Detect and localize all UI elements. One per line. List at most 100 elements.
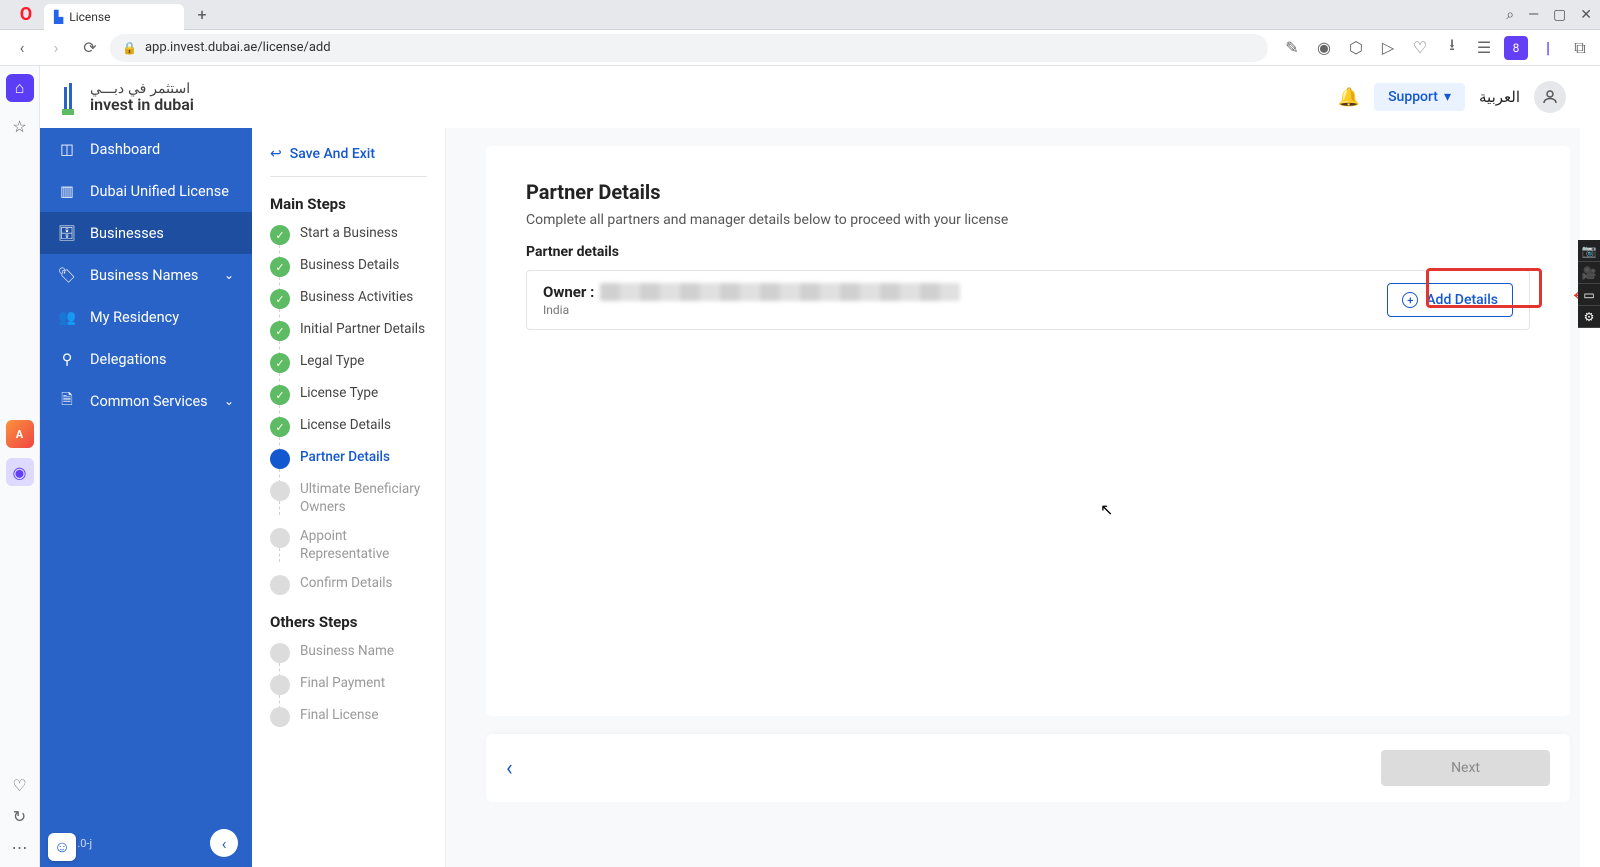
step-item[interactable]: Final Payment (270, 675, 427, 695)
step-item[interactable]: ✓Start a Business (270, 225, 427, 245)
step-label: Ultimate Beneficiary Owners (300, 481, 427, 516)
feedback-bubble-icon[interactable]: ☺ (48, 833, 76, 861)
step-item[interactable]: Final License (270, 707, 427, 727)
person-icon (1541, 88, 1559, 106)
reload-button[interactable]: ⟳ (76, 34, 104, 62)
app-sidebar: ◫ Dashboard ▥ Dubai Unified License 🗄 Bu… (40, 128, 252, 867)
settings-icon[interactable]: ⚙ (1578, 306, 1600, 328)
send-icon[interactable]: ▷ (1376, 36, 1400, 60)
support-label: Support (1388, 89, 1438, 105)
browser-tab-active[interactable]: ▙ License (44, 4, 184, 30)
edit-icon[interactable]: ✎ (1280, 36, 1304, 60)
shield-icon[interactable]: ⬡ (1344, 36, 1368, 60)
capture-icon[interactable]: ▭ (1578, 284, 1600, 306)
step-item[interactable]: Appoint Representative (270, 528, 427, 563)
step-label: Appoint Representative (300, 528, 427, 563)
opera-menu-button[interactable]: O (8, 4, 44, 25)
section-title: Partner Details (526, 180, 1530, 204)
next-button[interactable]: Next (1381, 750, 1550, 786)
app-logo[interactable]: استثمر في دبـــي invest in dubai (54, 77, 194, 117)
user-avatar[interactable] (1534, 81, 1566, 113)
extensions-icon[interactable]: | (1536, 36, 1560, 60)
profile-badge[interactable]: 8 (1504, 36, 1528, 60)
pinned-app-1-icon[interactable]: A (6, 420, 34, 448)
step-item[interactable]: ✓Business Details (270, 257, 427, 277)
dubai-logo-icon (54, 77, 82, 117)
step-label: Initial Partner Details (300, 321, 425, 339)
step-item[interactable]: ✓Initial Partner Details (270, 321, 427, 341)
step-item[interactable]: Ultimate Beneficiary Owners (270, 481, 427, 516)
camera-icon[interactable]: ◉ (1312, 36, 1336, 60)
people-icon: 👥 (58, 308, 76, 326)
download-icon[interactable]: ⭳ (1440, 36, 1464, 60)
pending-dot-icon (270, 528, 290, 548)
cube-icon[interactable]: ⧉ (1568, 36, 1592, 60)
search-icon[interactable]: ⌕ (1506, 7, 1514, 23)
pending-dot-icon (270, 481, 290, 501)
check-icon: ✓ (270, 417, 290, 437)
sidebar-item-dashboard[interactable]: ◫ Dashboard (40, 128, 252, 170)
sidebar-item-dul[interactable]: ▥ Dubai Unified License (40, 170, 252, 212)
sidebar-label: Businesses (90, 225, 164, 242)
footer-nav-bar: ‹ Next (486, 734, 1570, 802)
support-dropdown[interactable]: Support ▾ (1374, 83, 1465, 111)
video-icon[interactable]: 🎥 (1578, 262, 1600, 284)
others-steps-heading: Others Steps (270, 613, 427, 631)
new-tab-button[interactable]: + (190, 3, 214, 27)
sidebar-item-businesses[interactable]: 🗄 Businesses (40, 212, 252, 254)
window-controls: ⌕ — ▢ ✕ (1506, 7, 1592, 23)
step-item[interactable]: ✓ Business Activities (270, 289, 427, 309)
history-icon[interactable]: ↻ (13, 807, 26, 826)
url-input[interactable]: 🔒 app.invest.dubai.ae/license/add (110, 34, 1268, 62)
check-icon: ✓ (270, 353, 290, 373)
chevron-down-icon: ▾ (1444, 89, 1451, 105)
heart-outline-icon[interactable]: ♡ (12, 776, 26, 795)
pinned-app-2-icon[interactable]: ◉ (6, 458, 34, 486)
sidebar-item-delegations[interactable]: ⚲ Delegations (40, 338, 252, 380)
sidebar-label: Common Services (90, 393, 208, 410)
check-icon: ✓ (270, 289, 290, 309)
favicon-icon: ▙ (54, 10, 63, 24)
home-icon[interactable]: ⌂ (6, 74, 34, 102)
collapse-sidebar-button[interactable]: ‹ (210, 829, 238, 857)
main-content: Partner Details Complete all partners an… (446, 128, 1580, 867)
easy-setup-icon[interactable]: ☰ (1472, 36, 1496, 60)
sidebar-label: Delegations (90, 351, 166, 368)
step-item[interactable]: Partner Details (270, 449, 427, 469)
step-label: Legal Type (300, 353, 364, 371)
step-item[interactable]: Business Name (270, 643, 427, 663)
step-label: Business Activities (300, 289, 413, 307)
step-item[interactable]: ✓License Type (270, 385, 427, 405)
language-toggle[interactable]: العربية (1479, 88, 1520, 106)
sidebar-label: Business Names (90, 267, 198, 284)
save-and-exit-button[interactable]: ↩ Save And Exit (270, 146, 427, 177)
owner-country: India (543, 303, 960, 317)
add-details-label: Add Details (1426, 292, 1498, 308)
step-item[interactable]: ✓ Legal Type (270, 353, 427, 373)
sidebar-item-residency[interactable]: 👥 My Residency (40, 296, 252, 338)
steps-sidebar: ↩ Save And Exit Main Steps ✓Start a Busi… (252, 128, 446, 867)
forward-button[interactable]: › (42, 34, 70, 62)
step-label: License Type (300, 385, 378, 403)
exit-icon: ↩ (270, 146, 282, 162)
maximize-icon[interactable]: ▢ (1553, 7, 1566, 23)
step-item[interactable]: Confirm Details (270, 575, 427, 595)
sidebar-item-business-names[interactable]: 🏷 Business Names ⌄ (40, 254, 252, 296)
tab-title: License (69, 10, 110, 24)
back-button[interactable]: ‹ (8, 34, 36, 62)
minimize-icon[interactable]: — (1528, 7, 1539, 23)
notification-bell-icon[interactable]: 🔔 (1338, 87, 1360, 108)
close-icon[interactable]: ✕ (1580, 7, 1592, 23)
sidebar-item-common-services[interactable]: 🗎 Common Services ⌄ (40, 380, 252, 422)
step-label: Start a Business (300, 225, 398, 243)
screenshot-icon[interactable]: 📷 (1578, 240, 1600, 262)
tag-icon: 🏷 (58, 266, 76, 284)
back-step-button[interactable]: ‹ (506, 756, 513, 781)
browser-side-panel: ⌂ ☆ A ◉ ♡ ↻ ⋯ (0, 66, 40, 867)
step-item[interactable]: ✓License Details (270, 417, 427, 437)
more-icon[interactable]: ⋯ (12, 838, 28, 857)
url-text: app.invest.dubai.ae/license/add (145, 40, 331, 55)
add-details-button[interactable]: + Add Details (1387, 283, 1513, 317)
heart-icon[interactable]: ♡ (1408, 36, 1432, 60)
star-icon[interactable]: ☆ (6, 112, 34, 140)
